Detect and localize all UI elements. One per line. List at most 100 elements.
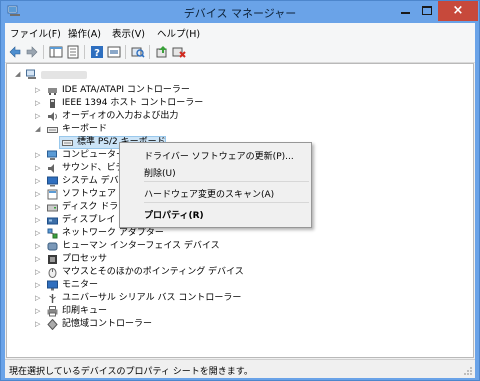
tree-item-storage[interactable]: ▷ 記憶域コントローラー xyxy=(7,318,307,331)
expand-arrow-icon[interactable]: ▷ xyxy=(35,190,43,199)
menu-file[interactable]: ファイル(F) xyxy=(10,26,61,40)
tree-item-print-queue[interactable]: ▷ 印刷キュー xyxy=(7,305,307,318)
show-hide-console-tree-icon[interactable] xyxy=(49,45,63,59)
svg-text:?: ? xyxy=(94,48,100,59)
keyboard-icon xyxy=(62,140,73,146)
storage-icon xyxy=(47,319,58,330)
tree-item-label: IEEE 1394 ホスト コントローラー xyxy=(62,98,204,108)
tree-item-label: ユニバーサル シリアル バス コントローラー xyxy=(62,293,242,303)
scan-hardware-icon[interactable] xyxy=(131,45,145,59)
computer-icon xyxy=(26,69,36,79)
status-bar: 現在選択しているデバイスのプロパティ シートを開きます。 xyxy=(5,359,475,378)
tree-item-label: モニター xyxy=(62,280,99,290)
printer-icon xyxy=(47,306,58,317)
title-bar[interactable]: デバイス マネージャー × xyxy=(1,1,479,23)
expand-arrow-icon[interactable]: ▷ xyxy=(35,320,43,329)
expand-arrow-icon[interactable]: ▷ xyxy=(35,151,43,160)
expand-arrow-icon[interactable]: ▷ xyxy=(35,86,43,95)
expand-arrow-icon[interactable]: ▷ xyxy=(35,294,43,303)
toolbar: ? xyxy=(5,41,475,63)
audio-icon xyxy=(48,112,57,121)
context-menu-separator xyxy=(144,181,309,182)
close-button[interactable]: × xyxy=(438,1,478,21)
collapse-arrow-icon[interactable]: ◢ xyxy=(15,70,23,79)
expand-arrow-icon[interactable]: ▷ xyxy=(35,216,43,225)
tree-item-label: 記憶域コントローラー xyxy=(62,319,153,329)
tree-item-processor[interactable]: ▷ プロセッサ xyxy=(7,253,307,266)
tree-item-audio[interactable]: ▷ オーディオの入力および出力 xyxy=(7,110,307,123)
tree-item-ieee1394[interactable]: ▷ IEEE 1394 ホスト コントローラー xyxy=(7,97,307,110)
ide-controller-icon xyxy=(48,88,57,95)
display-icon xyxy=(47,217,58,225)
toolbar-separator xyxy=(84,45,85,59)
tree-item-network[interactable]: ▷ ネットワーク アダプター xyxy=(7,227,307,240)
collapse-arrow-icon[interactable]: ◢ xyxy=(35,125,43,134)
context-menu-scan-hardware[interactable]: ハードウェア変更のスキャン(A) xyxy=(144,187,274,200)
tree-item-usb[interactable]: ▷ ユニバーサル シリアル バス コントローラー xyxy=(7,292,307,305)
keyboard-icon xyxy=(47,127,58,133)
computer-icon xyxy=(47,150,57,160)
tree-item-label: オーディオの入力および出力 xyxy=(62,111,179,121)
software-icon xyxy=(47,189,58,200)
resize-grip-icon[interactable] xyxy=(463,366,473,376)
menu-bar: ファイル(F) 操作(A) 表示(V) ヘルプ(H) xyxy=(5,23,475,41)
tree-item-label: 印刷キュー xyxy=(62,306,108,316)
toolbar-separator xyxy=(125,45,126,59)
toolbar-separator xyxy=(149,45,150,59)
device-view-icon[interactable] xyxy=(107,45,121,59)
context-menu-update-driver[interactable]: ドライバー ソフトウェアの更新(P)... xyxy=(144,149,294,162)
tree-item-label: IDE ATA/ATAPI コントローラー xyxy=(62,85,190,95)
maximize-button[interactable] xyxy=(416,1,438,21)
maximize-icon xyxy=(422,6,432,15)
processor-icon xyxy=(48,255,57,264)
toolbar-separator xyxy=(43,45,44,59)
sound-icon xyxy=(48,164,54,173)
expand-arrow-icon[interactable]: ▷ xyxy=(35,99,43,108)
obscured-computer-name xyxy=(41,71,87,79)
expand-arrow-icon[interactable]: ▷ xyxy=(35,255,43,264)
ieee1394-icon xyxy=(50,99,55,108)
context-menu-properties[interactable]: プロパティ(R) xyxy=(144,208,204,221)
expand-arrow-icon[interactable]: ▷ xyxy=(35,164,43,173)
network-icon xyxy=(47,228,58,239)
tree-item-label: ヒューマン インターフェイス デバイス xyxy=(62,241,220,251)
minimize-icon xyxy=(401,12,410,14)
expand-arrow-icon[interactable]: ▷ xyxy=(35,281,43,290)
context-menu-separator xyxy=(144,202,309,203)
close-icon: × xyxy=(452,3,464,18)
forward-icon[interactable] xyxy=(25,45,39,59)
system-icon xyxy=(47,176,58,187)
monitor-icon xyxy=(47,280,58,291)
menu-action[interactable]: 操作(A) xyxy=(68,26,101,40)
expand-arrow-icon[interactable]: ▷ xyxy=(35,242,43,251)
minimize-button[interactable] xyxy=(394,1,416,21)
expand-arrow-icon[interactable]: ▷ xyxy=(35,229,43,238)
hid-icon xyxy=(47,242,58,251)
tree-item-label: コンピューター xyxy=(62,150,126,160)
context-menu: ドライバー ソフトウェアの更新(P)... 削除(U) ハードウェア変更のスキャ… xyxy=(119,142,312,228)
tree-item-mouse[interactable]: ▷ マウスとそのほかのポインティング デバイス xyxy=(7,266,307,279)
help-icon[interactable]: ? xyxy=(90,45,104,59)
tree-item-ide[interactable]: ▷ IDE ATA/ATAPI コントローラー xyxy=(7,84,307,97)
tree-root-node[interactable]: ◢ xyxy=(7,68,207,81)
tree-item-label: ネットワーク アダプター xyxy=(62,228,164,238)
expand-arrow-icon[interactable]: ▷ xyxy=(35,112,43,121)
tree-item-label: プロセッサ xyxy=(62,254,108,264)
uninstall-device-icon[interactable] xyxy=(172,45,186,59)
expand-arrow-icon[interactable]: ▷ xyxy=(35,203,43,212)
properties-view-icon[interactable] xyxy=(66,45,80,59)
expand-arrow-icon[interactable]: ▷ xyxy=(35,177,43,186)
context-menu-uninstall[interactable]: 削除(U) xyxy=(144,166,176,179)
tree-item-hid[interactable]: ▷ ヒューマン インターフェイス デバイス xyxy=(7,240,307,253)
usb-icon xyxy=(49,294,56,303)
expand-arrow-icon[interactable]: ▷ xyxy=(35,307,43,316)
mouse-icon xyxy=(48,268,57,278)
tree-item-label: マウスとそのほかのポインティング デバイス xyxy=(62,267,244,277)
tree-item-monitor[interactable]: ▷ モニター xyxy=(7,279,307,292)
tree-item-keyboard[interactable]: ◢ キーボード xyxy=(7,123,307,136)
menu-help[interactable]: ヘルプ(H) xyxy=(157,26,200,40)
back-icon[interactable] xyxy=(8,45,22,59)
update-driver-icon[interactable] xyxy=(155,45,169,59)
expand-arrow-icon[interactable]: ▷ xyxy=(35,268,43,277)
menu-view[interactable]: 表示(V) xyxy=(112,26,145,40)
